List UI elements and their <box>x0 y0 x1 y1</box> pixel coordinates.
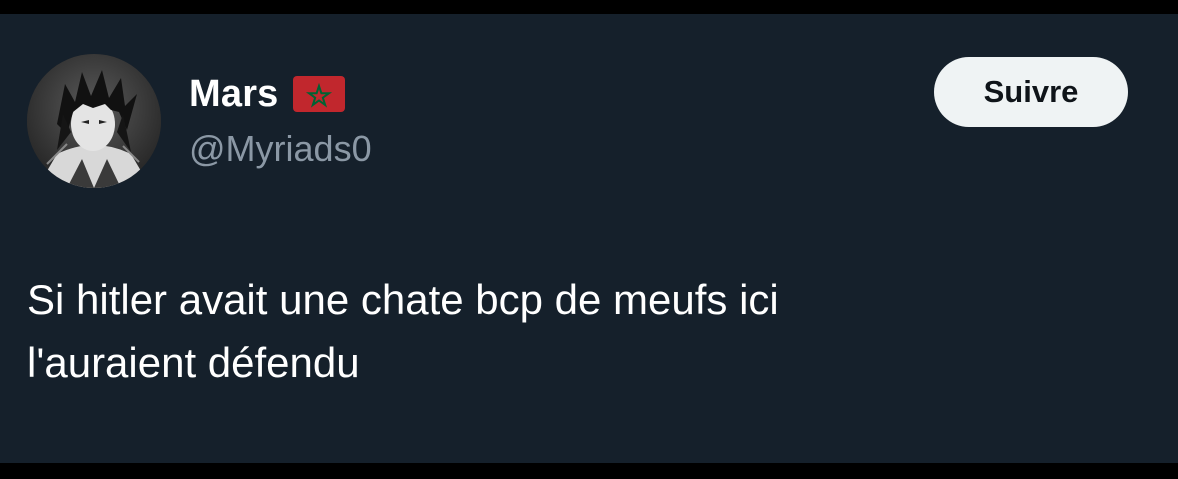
morocco-flag-icon <box>292 76 345 112</box>
user-handle[interactable]: @Myriads0 <box>189 128 372 170</box>
author-name-row: Mars <box>189 72 345 116</box>
follow-button[interactable]: Suivre <box>934 57 1128 127</box>
display-name[interactable]: Mars <box>189 73 279 116</box>
avatar[interactable] <box>27 54 161 188</box>
tweet-card: Mars @Myriads0 Suivre Si hitler avait un… <box>0 14 1178 463</box>
anime-character-avatar-icon <box>27 54 161 188</box>
tweet-text: Si hitler avait une chate bcp de meufs i… <box>27 276 779 386</box>
